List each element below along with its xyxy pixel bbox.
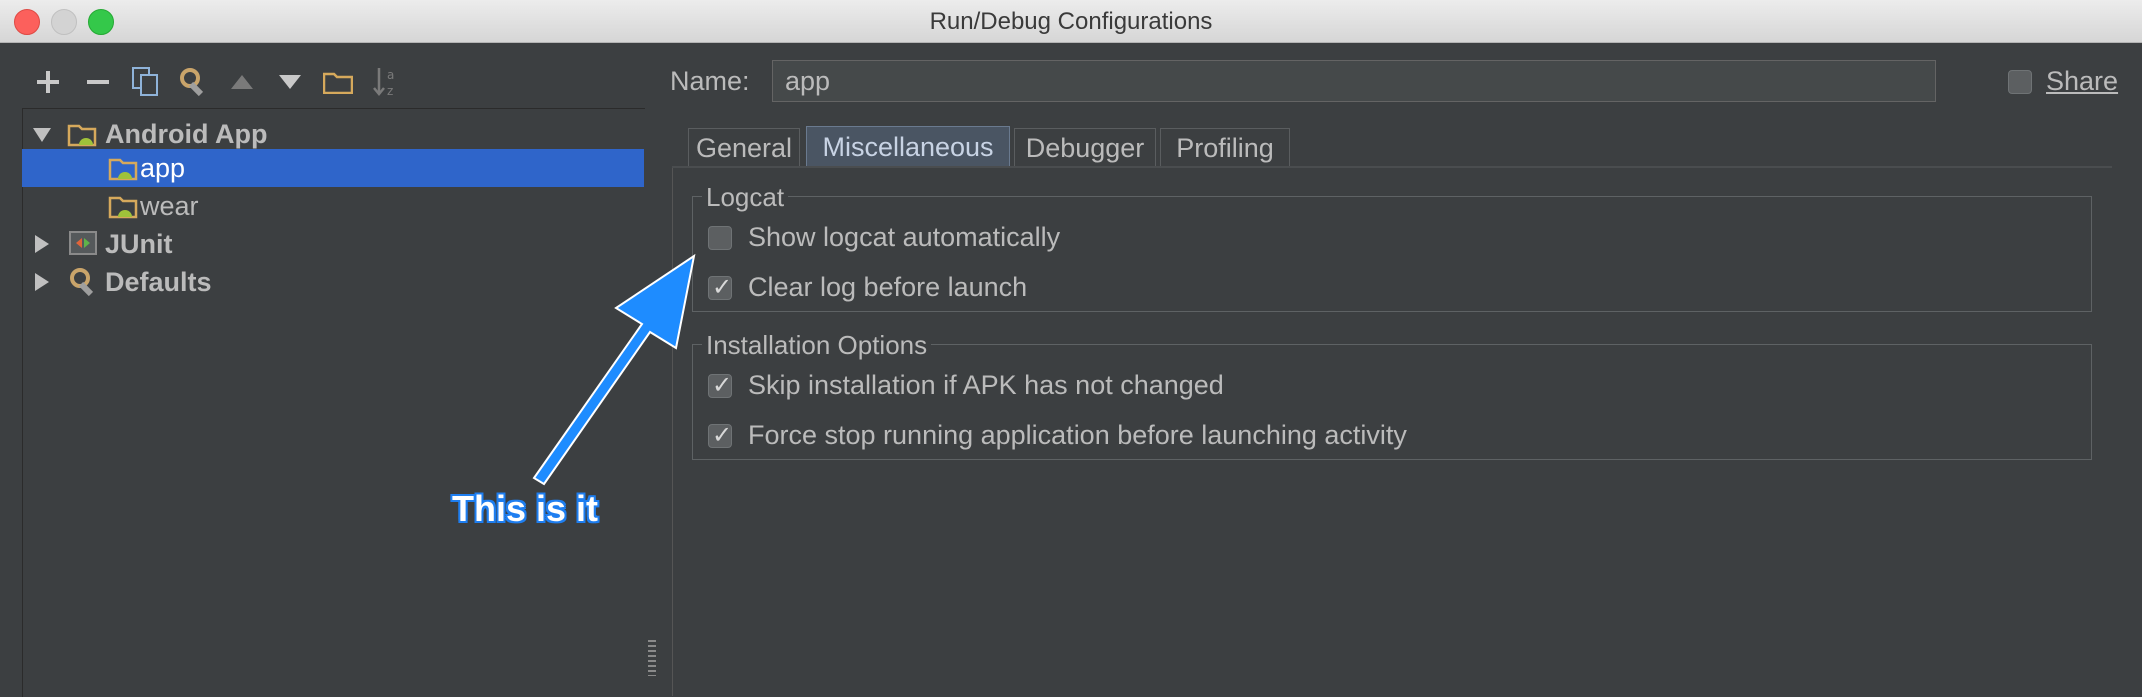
add-icon[interactable] xyxy=(30,62,66,102)
tree-item-label: Defaults xyxy=(105,266,212,297)
move-up-icon[interactable] xyxy=(224,62,260,102)
tab-miscellaneous[interactable]: Miscellaneous xyxy=(806,126,1010,168)
tree-item-label: JUnit xyxy=(105,228,173,259)
annotation-label: This is it xyxy=(452,488,599,529)
show-logcat-label[interactable]: Show logcat automatically xyxy=(748,222,1060,253)
tab-label: General xyxy=(695,133,793,163)
tree-item-junit[interactable]: JUnit xyxy=(23,225,645,263)
share-checkbox[interactable] xyxy=(2008,70,2032,94)
expand-arrow-icon[interactable] xyxy=(35,235,49,253)
clear-log-label[interactable]: Clear log before launch xyxy=(748,272,1027,303)
wrench-icon xyxy=(69,267,99,297)
folder-icon[interactable] xyxy=(320,62,356,102)
share-label: Share xyxy=(2046,66,2118,97)
name-label: Name: xyxy=(670,66,750,96)
tab-profiling[interactable]: Profiling xyxy=(1160,128,1290,168)
checkmark-icon: ✓ xyxy=(712,421,733,449)
tab-debugger[interactable]: Debugger xyxy=(1014,128,1156,168)
android-module-icon xyxy=(108,153,138,183)
tab-label: Miscellaneous xyxy=(822,132,994,162)
skip-installation-checkbox[interactable]: ✓ xyxy=(708,371,733,399)
android-folder-icon xyxy=(67,119,97,149)
move-down-icon[interactable] xyxy=(272,62,308,102)
svg-text:a: a xyxy=(387,68,394,82)
tree-item-defaults[interactable]: Defaults xyxy=(23,263,645,301)
clear-log-checkbox[interactable]: ✓ xyxy=(708,273,733,301)
expand-arrow-icon[interactable] xyxy=(35,273,49,291)
svg-text:z: z xyxy=(387,84,393,98)
tab-label: Debugger xyxy=(1025,133,1145,163)
installation-options-title: Installation Options xyxy=(702,330,932,361)
sort-icon[interactable]: az xyxy=(368,62,404,102)
show-logcat-checkbox[interactable] xyxy=(708,226,732,250)
splitter-handle[interactable] xyxy=(648,640,656,676)
force-stop-checkbox[interactable]: ✓ xyxy=(708,421,733,449)
name-field[interactable] xyxy=(772,60,1936,102)
title-bar: Run/Debug Configurations xyxy=(0,0,2142,43)
tree-item-label: app xyxy=(140,152,186,183)
expand-arrow-icon[interactable] xyxy=(33,128,51,142)
tree-item-label: wear xyxy=(140,190,199,221)
checkmark-icon: ✓ xyxy=(712,371,733,399)
tree-item-label: Android App xyxy=(105,118,268,149)
tree-item-app[interactable]: app xyxy=(22,149,644,187)
tree-item-android-app[interactable]: Android App xyxy=(23,115,645,153)
remove-icon[interactable] xyxy=(80,62,116,102)
copy-icon[interactable] xyxy=(128,62,164,102)
configurations-tree: Android App app wear JUnit Defaults xyxy=(22,108,645,697)
window-title: Run/Debug Configurations xyxy=(929,8,1213,35)
skip-installation-label[interactable]: Skip installation if APK has not changed xyxy=(748,370,1224,401)
edit-defaults-icon[interactable] xyxy=(176,62,212,102)
share-label-text: Share xyxy=(2046,66,2119,96)
logcat-group-title: Logcat xyxy=(702,182,789,213)
force-stop-label[interactable]: Force stop running application before la… xyxy=(748,420,1407,451)
tab-label: Profiling xyxy=(1176,133,1274,163)
checkmark-icon: ✓ xyxy=(712,273,733,301)
tab-general[interactable]: General xyxy=(688,128,800,168)
android-module-icon xyxy=(108,191,138,221)
junit-icon xyxy=(69,230,99,260)
tree-item-wear[interactable]: wear xyxy=(23,187,645,225)
